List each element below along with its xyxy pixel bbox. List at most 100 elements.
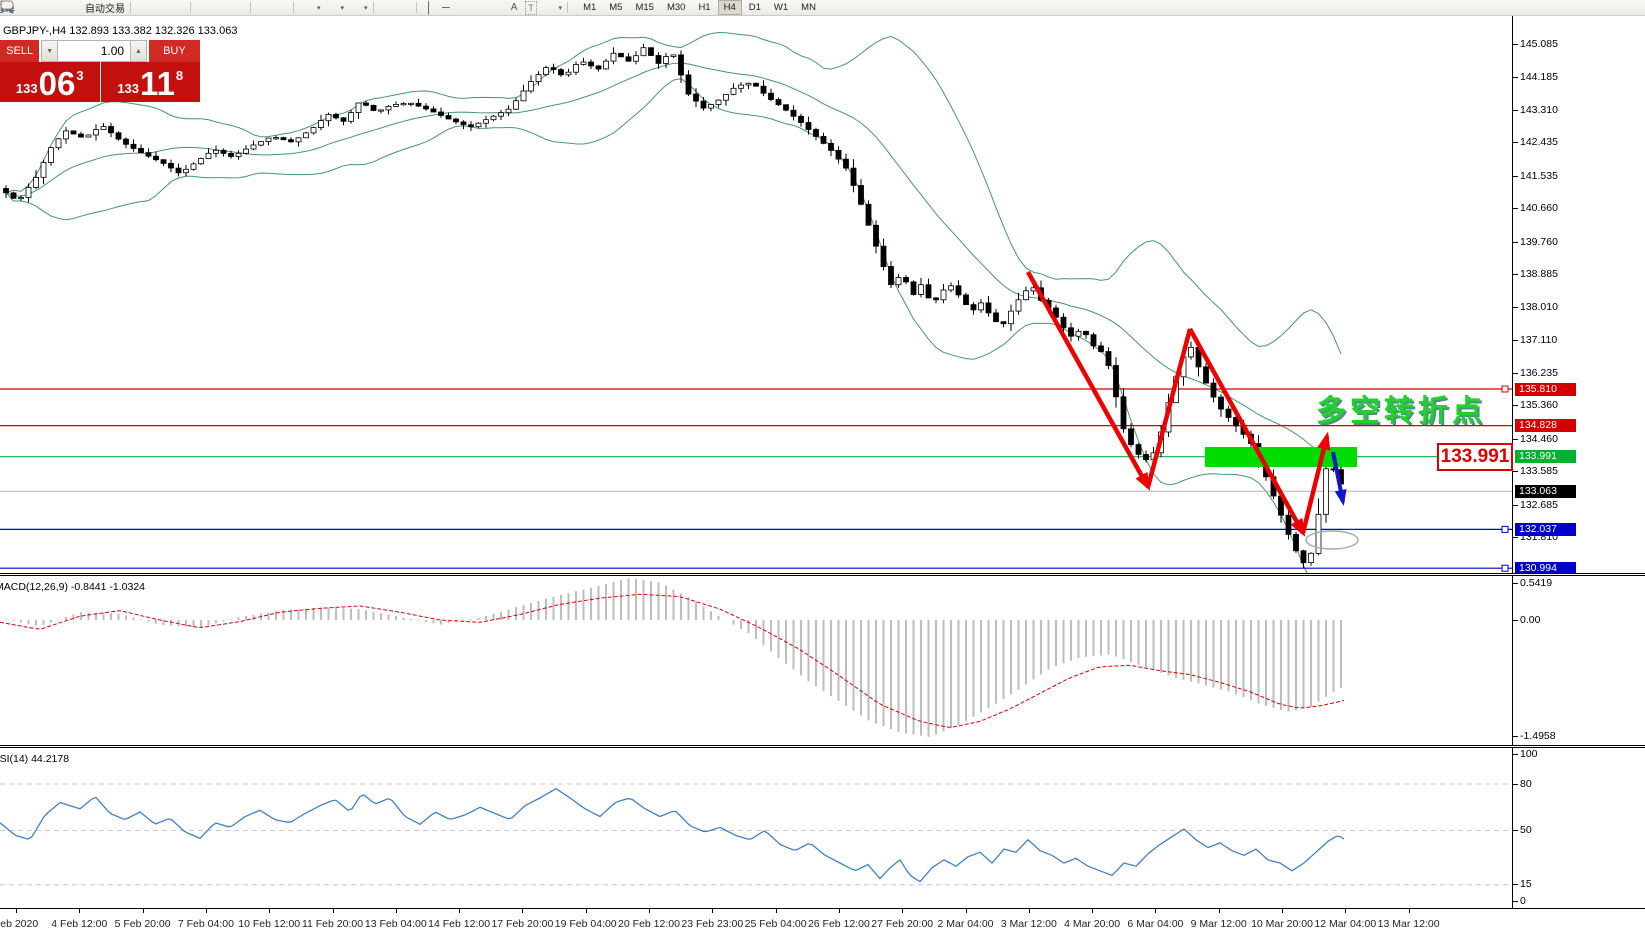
candlestick-chart — [0, 16, 1645, 573]
sell-button[interactable]: SELL — [0, 40, 41, 62]
rsi-axis-label: 15 — [1520, 878, 1532, 891]
time-tick — [1409, 909, 1410, 913]
price-tick-label: 133.585 — [1520, 465, 1558, 478]
price-tick-label: 134.460 — [1520, 433, 1558, 446]
toolbar-separator — [293, 2, 294, 13]
time-axis[interactable]: Feb 20204 Feb 12:005 Feb 20:007 Feb 04:0… — [0, 908, 1645, 943]
volume-up-button[interactable]: ▲ — [130, 40, 147, 62]
ellipse-annotation — [1306, 531, 1358, 549]
macd-signal-line — [0, 594, 1344, 727]
line-chart-icon[interactable] — [170, 1, 185, 15]
macd-panel[interactable]: MACD(12,26,9) -0.8441 -1.0324 0.54190.00… — [0, 576, 1645, 745]
timeframe-button-M1[interactable]: M1 — [577, 0, 602, 15]
sell-price-display[interactable]: 133 06 3 — [0, 62, 101, 102]
rsi-panel[interactable]: RSI(14) 44.2178 1008050150 — [0, 748, 1645, 908]
bid-price-chip: 133.063 — [1515, 485, 1576, 498]
time-tick — [586, 909, 587, 913]
vertical-line-icon[interactable]: │ — [422, 1, 437, 15]
macd-axis-label: 0.5419 — [1520, 577, 1552, 590]
scroll-to-end-icon[interactable] — [256, 1, 271, 15]
periods-clock-icon[interactable] — [323, 1, 338, 15]
time-axis-label: 14 Feb 12:00 — [428, 918, 490, 930]
autotrade-stop-icon[interactable] — [68, 1, 83, 15]
timeframe-button-M5[interactable]: M5 — [603, 0, 628, 15]
zoom-out-icon[interactable] — [213, 1, 228, 15]
buy-price-prefix: 133 — [117, 81, 139, 96]
price-tick-label: 139.760 — [1520, 236, 1558, 249]
search-icon[interactable] — [1601, 1, 1616, 15]
buy-price-big: 11 — [140, 69, 175, 99]
chevron-down-icon[interactable]: ▾ — [341, 4, 345, 12]
chat-icon[interactable] — [1622, 1, 1637, 15]
cursor-icon[interactable] — [379, 1, 394, 15]
time-tick — [649, 909, 650, 913]
main-chart-panel[interactable]: GBPJPY-,H4 132.893 133.382 132.326 133.0… — [0, 16, 1645, 573]
zoom-in-icon[interactable] — [196, 1, 211, 15]
crosshair-icon[interactable] — [396, 1, 411, 15]
price-tick-label: 141.535 — [1520, 170, 1558, 183]
timeframe-button-D1[interactable]: D1 — [743, 0, 767, 15]
templates-icon[interactable] — [346, 1, 361, 15]
timeframe-button-MN[interactable]: MN — [795, 0, 822, 15]
buy-price-display[interactable]: 133 11 8 — [101, 62, 201, 102]
time-axis-label: 10 Feb 12:00 — [238, 918, 300, 930]
chevron-down-icon[interactable]: ▾ — [559, 4, 563, 12]
horizontal-line-icon[interactable]: ─ — [439, 1, 454, 15]
text-icon[interactable]: A — [507, 1, 522, 15]
time-axis-label: 5 Feb 20:00 — [115, 918, 171, 930]
tile-windows-icon[interactable] — [230, 1, 245, 15]
annotation-text-cn: 多空转折点 — [1316, 386, 1486, 430]
bars-chart-icon[interactable] — [136, 1, 151, 15]
timeframe-button-M15[interactable]: M15 — [629, 0, 659, 15]
autotrade-button[interactable]: 自动交易 — [85, 0, 125, 15]
time-tick — [1345, 909, 1346, 913]
toolbar: 订单 自动交易 ▾ ▾ ▾ │ ─ E F A T ▾ M1M5M15M30H1… — [0, 0, 1645, 16]
time-tick — [776, 909, 777, 913]
sell-price-prefix: 133 — [16, 81, 38, 96]
time-axis-label: 23 Feb 23:00 — [681, 918, 743, 930]
price-tick-label: 137.110 — [1520, 334, 1557, 347]
volume-input[interactable] — [58, 40, 130, 62]
time-tick — [16, 909, 17, 913]
time-axis-label: 2 Mar 04:00 — [937, 918, 993, 930]
time-axis-label: 3 Mar 12:00 — [1001, 918, 1057, 930]
charts-cloud-icon[interactable] — [34, 1, 49, 15]
time-axis-label: 12 Mar 04:00 — [1314, 918, 1376, 930]
time-tick — [1282, 909, 1283, 913]
auto-scroll-icon[interactable] — [273, 1, 288, 15]
timeframe-button-H1[interactable]: H1 — [692, 0, 716, 15]
chevron-down-icon[interactable]: ▾ — [364, 4, 368, 12]
time-axis-label: 6 Mar 04:00 — [1127, 918, 1183, 930]
macd-label: MACD(12,26,9) -0.8441 -1.0324 — [0, 581, 145, 593]
chart-title: GBPJPY-,H4 132.893 133.382 132.326 133.0… — [3, 25, 237, 37]
time-axis-label: 9 Mar 12:00 — [1191, 918, 1247, 930]
time-axis-label: 26 Feb 12:00 — [808, 918, 870, 930]
fibonacci-icon[interactable]: E — [473, 1, 488, 15]
price-tick-label: 142.435 — [1520, 136, 1558, 149]
candles-chart-icon[interactable] — [153, 1, 168, 15]
buy-price-pip: 8 — [176, 68, 183, 83]
label-icon[interactable]: T — [524, 1, 539, 15]
buy-button[interactable]: BUY — [147, 40, 200, 62]
horizontal-lines — [0, 389, 1513, 568]
new-chart-icon[interactable] — [299, 1, 314, 15]
shapes-icon[interactable] — [541, 1, 556, 15]
time-axis-label: 4 Feb 12:00 — [51, 918, 107, 930]
trendline-icon[interactable] — [456, 1, 471, 15]
red-trend-arrow — [1148, 329, 1190, 487]
signals-icon[interactable] — [51, 1, 66, 15]
rsi-chart — [0, 748, 1645, 908]
timeframe-button-W1[interactable]: W1 — [768, 0, 794, 15]
time-axis-label: 20 Feb 12:00 — [618, 918, 680, 930]
new-order-icon[interactable] — [17, 1, 32, 15]
time-tick — [396, 909, 397, 913]
chevron-down-icon[interactable]: ▾ — [317, 4, 321, 12]
time-axis-label: 7 Feb 04:00 — [178, 918, 234, 930]
timeframe-button-H4[interactable]: H4 — [718, 0, 742, 15]
volume-down-button[interactable]: ▼ — [41, 40, 58, 62]
macd-histogram — [6, 578, 1341, 737]
timeframe-button-M30[interactable]: M30 — [661, 0, 691, 15]
toolbar-separator — [373, 2, 374, 13]
channels-icon[interactable]: F — [490, 1, 505, 15]
time-tick — [966, 909, 967, 913]
